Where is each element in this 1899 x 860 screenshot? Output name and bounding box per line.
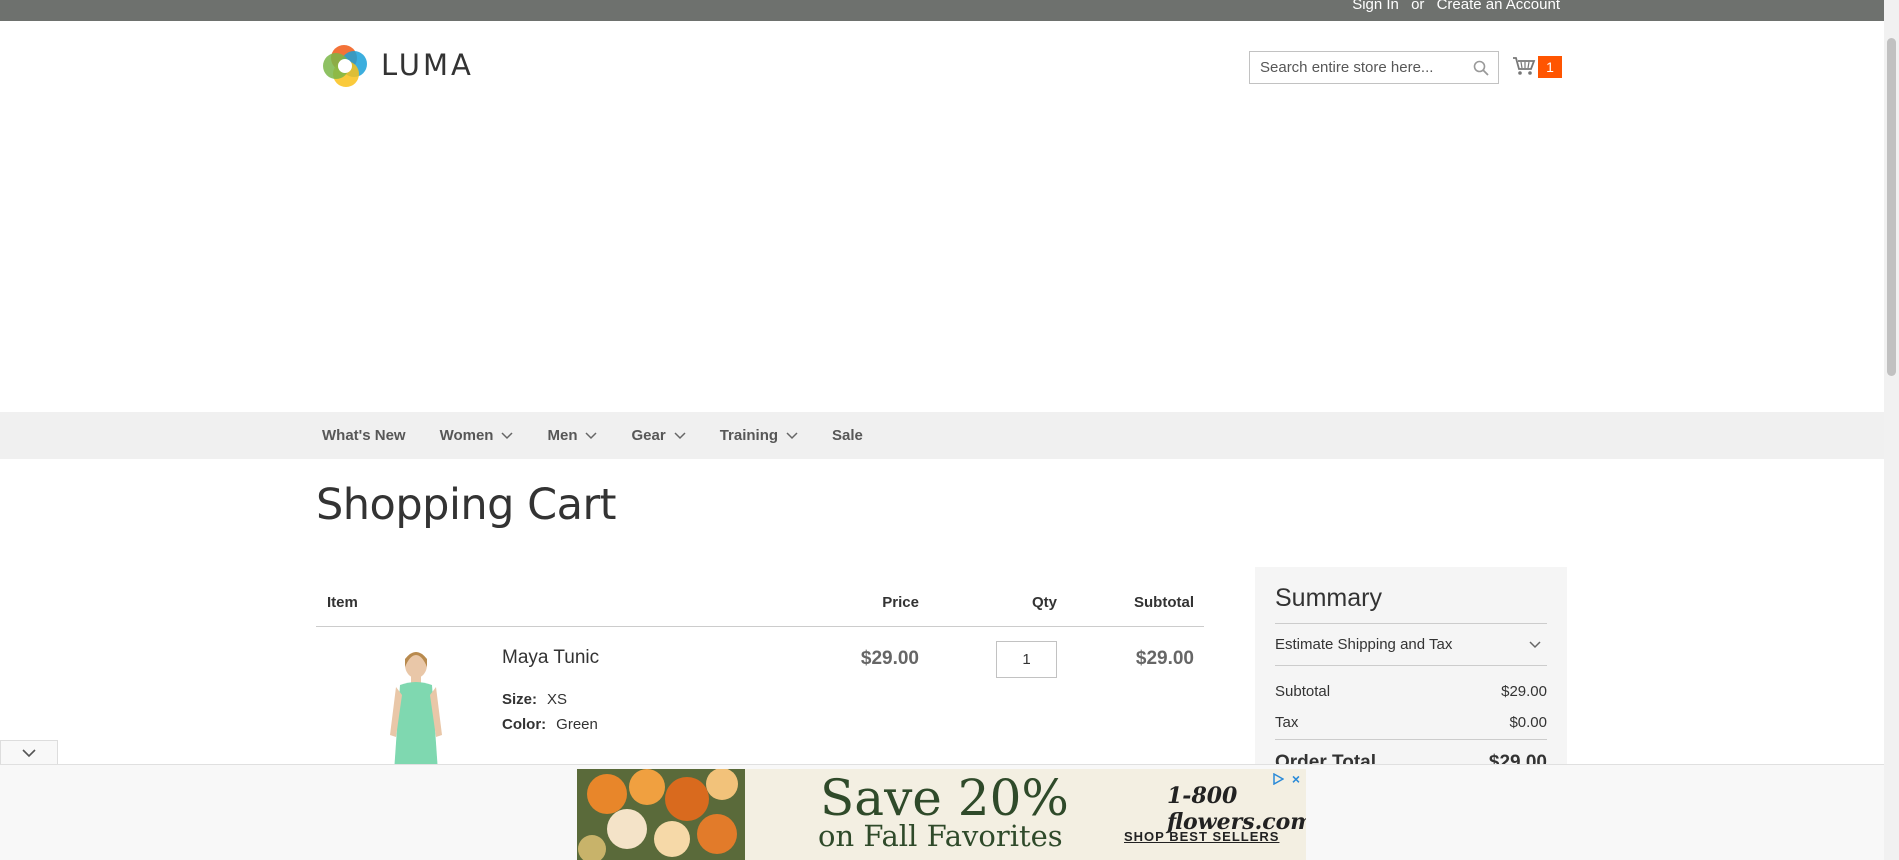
column-header-subtotal: Subtotal <box>1134 594 1194 611</box>
summary-title: Summary <box>1275 584 1382 612</box>
or-separator: or <box>1411 0 1425 13</box>
create-account-link[interactable]: Create an Account <box>1437 0 1560 13</box>
product-image[interactable] <box>356 645 476 772</box>
nav-item-whats-new[interactable]: What's New <box>322 427 406 444</box>
main-navigation: What's New Women Men Gear Training Sale <box>0 412 1884 459</box>
option-label: Color: <box>502 716 547 733</box>
summary-subtotal-row: Subtotal $29.00 <box>1275 683 1547 700</box>
search-icon[interactable] <box>1473 60 1489 76</box>
tax-label: Tax <box>1275 714 1299 731</box>
nav-item-label: Women <box>439 427 494 444</box>
close-icon[interactable]: × <box>1292 772 1300 786</box>
sign-in-link[interactable]: Sign In <box>1352 0 1399 13</box>
cart-table-header: Item Price Qty Subtotal <box>316 586 1204 627</box>
product-option-color: Color: Green <box>502 716 598 733</box>
flower-bouquet-image <box>577 769 745 860</box>
option-label: Size: <box>502 691 538 708</box>
estimate-shipping-toggle[interactable]: Estimate Shipping and Tax <box>1275 623 1547 666</box>
product-name-link[interactable]: Maya Tunic <box>502 647 599 669</box>
adchoices-icon[interactable] <box>1272 773 1284 785</box>
scrollbar-thumb[interactable] <box>1887 38 1896 376</box>
nav-item-label: Sale <box>832 427 863 444</box>
chevron-down-icon <box>22 749 36 758</box>
subtotal-value: $29.00 <box>1501 683 1547 700</box>
order-summary: Summary Estimate Shipping and Tax Subtot… <box>1255 567 1567 773</box>
advertisement[interactable]: Save 20% on Fall Favorites 1-800 flowers… <box>577 769 1306 860</box>
ad-brand-logo: 1-800 flowers.com <box>1167 783 1306 835</box>
ad-subline: on Fall Favorites <box>818 819 1063 853</box>
nav-item-men[interactable]: Men <box>547 427 598 444</box>
account-links: Sign In or Create an Account <box>1344 0 1560 13</box>
column-header-item: Item <box>327 594 358 611</box>
nav-item-gear[interactable]: Gear <box>631 427 686 444</box>
ad-cta-link[interactable]: SHOP BEST SELLERS <box>1124 829 1279 844</box>
quantity-input[interactable]: 1 <box>996 641 1057 678</box>
subtotal-label: Subtotal <box>1275 683 1331 700</box>
logo-text: LUMA <box>381 48 474 82</box>
nav-item-label: What's New <box>322 427 406 444</box>
nav-item-label: Gear <box>631 427 666 444</box>
chevron-down-icon <box>585 431 598 439</box>
chevron-down-icon <box>1529 641 1541 649</box>
summary-tax-row: Tax $0.00 <box>1275 714 1547 740</box>
nav-item-women[interactable]: Women <box>440 427 514 444</box>
nav-item-label: Training <box>719 427 779 444</box>
item-price: $29.00 <box>860 648 919 669</box>
estimate-shipping-label: Estimate Shipping and Tax <box>1275 636 1453 653</box>
nav-item-sale[interactable]: Sale <box>832 427 863 444</box>
chevron-down-icon <box>674 431 686 439</box>
top-header-bar: Sign In or Create an Account <box>0 0 1884 21</box>
page-title: Shopping Cart <box>316 480 617 530</box>
shopping-cart-icon[interactable] <box>1512 56 1536 76</box>
chevron-down-icon <box>786 431 798 439</box>
cart-table: Item Price Qty Subtotal Maya Tunic Size:… <box>316 586 1204 772</box>
option-value: Green <box>556 716 598 733</box>
column-header-price: Price <box>882 594 919 611</box>
nav-item-label: Men <box>547 427 578 444</box>
product-option-size: Size: XS <box>502 691 567 708</box>
chevron-down-icon <box>501 431 514 439</box>
option-value: XS <box>547 691 568 708</box>
search-input[interactable] <box>1250 52 1460 83</box>
column-header-qty: Qty <box>1031 594 1057 611</box>
nav-item-training[interactable]: Training <box>720 427 798 444</box>
search-box <box>1249 51 1499 84</box>
cart-count-badge[interactable]: 1 <box>1538 56 1562 78</box>
tax-value: $0.00 <box>1509 714 1547 731</box>
ad-collapse-button[interactable] <box>0 740 58 764</box>
cart-item-row: Maya Tunic Size: XS Color: Green $29.00 1 … <box>316 627 1204 772</box>
page-scrollbar[interactable] <box>1884 0 1899 860</box>
item-subtotal: $29.00 <box>1135 648 1194 669</box>
